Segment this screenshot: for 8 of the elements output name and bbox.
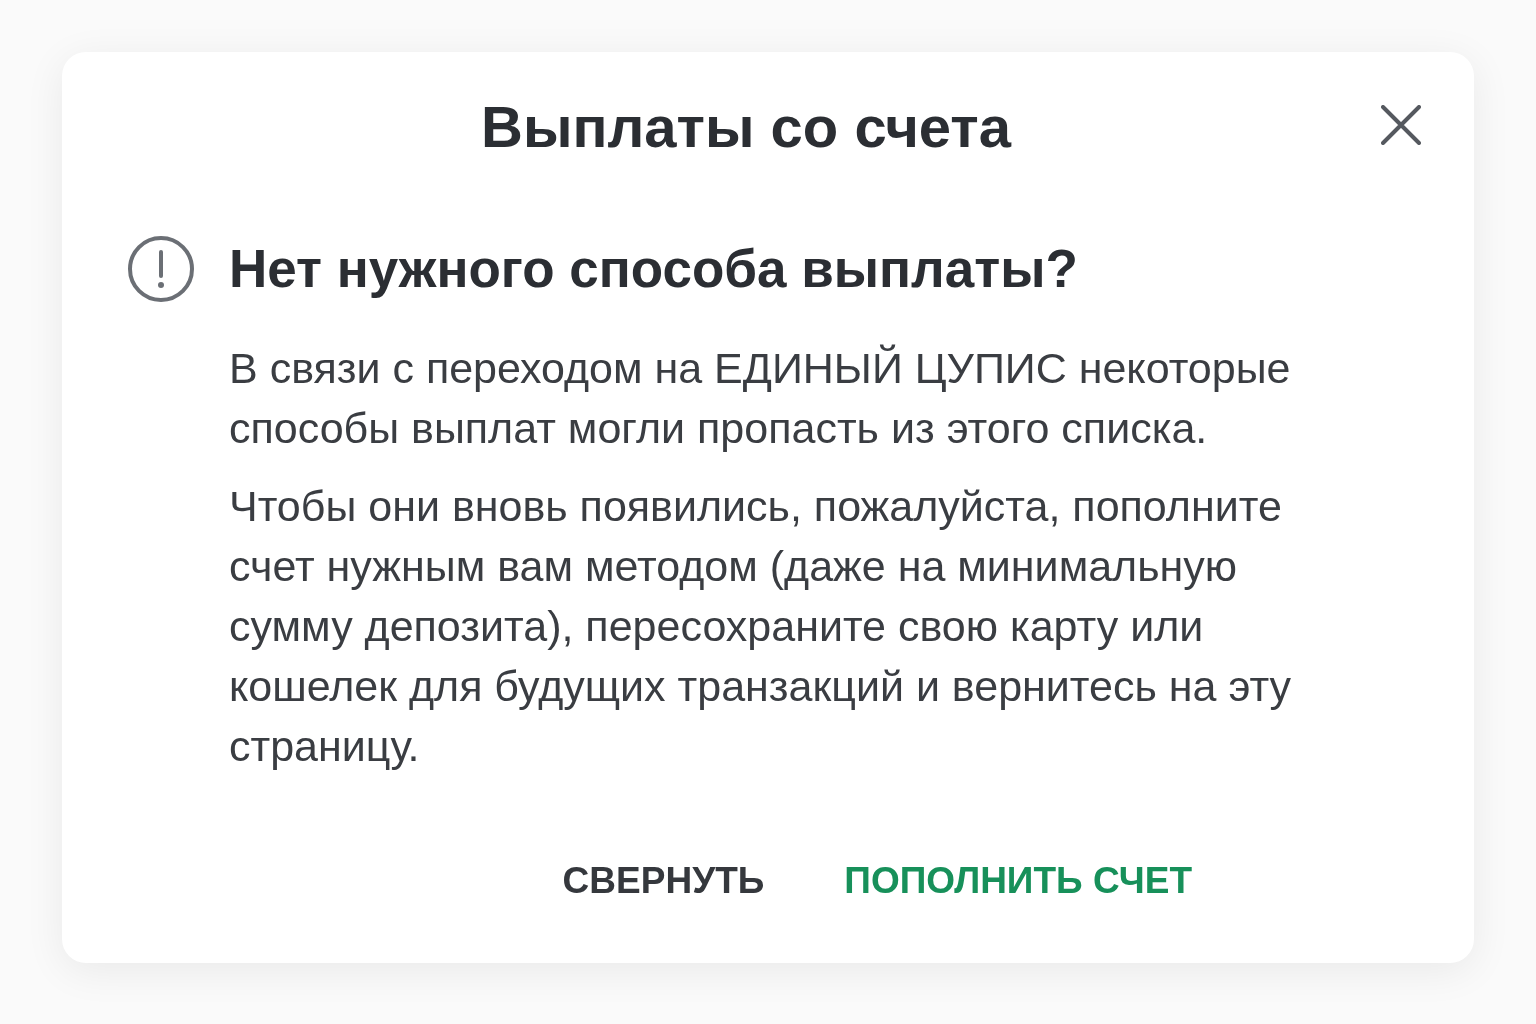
notice-paragraph: В связи с переходом на ЕДИНЫЙ ЦУПИС некоторые способы выплат могли пропасть из этого списка.: [229, 343, 1292, 454]
collapse-button[interactable]: СВЕРНУТЬ: [546, 849, 781, 913]
dialog-title: Выплаты со счета: [481, 93, 1011, 161]
close-icon: [1381, 105, 1421, 145]
exclamation-circle-icon: [128, 236, 194, 302]
notice-heading: Нет нужного способа выплаты?: [229, 238, 1078, 300]
notice-paragraph: Чтобы они вновь появились, пожалуйста, пополните счет нужным вам методом (даже на минимальную сумму депозита), пересохраните свою карту или кошелек для будущих транзакций и вернитесь на эту страницу.: [229, 481, 1293, 772]
top-up-button[interactable]: ПОПОЛНИТЬ СЧЕТ: [828, 849, 1208, 913]
